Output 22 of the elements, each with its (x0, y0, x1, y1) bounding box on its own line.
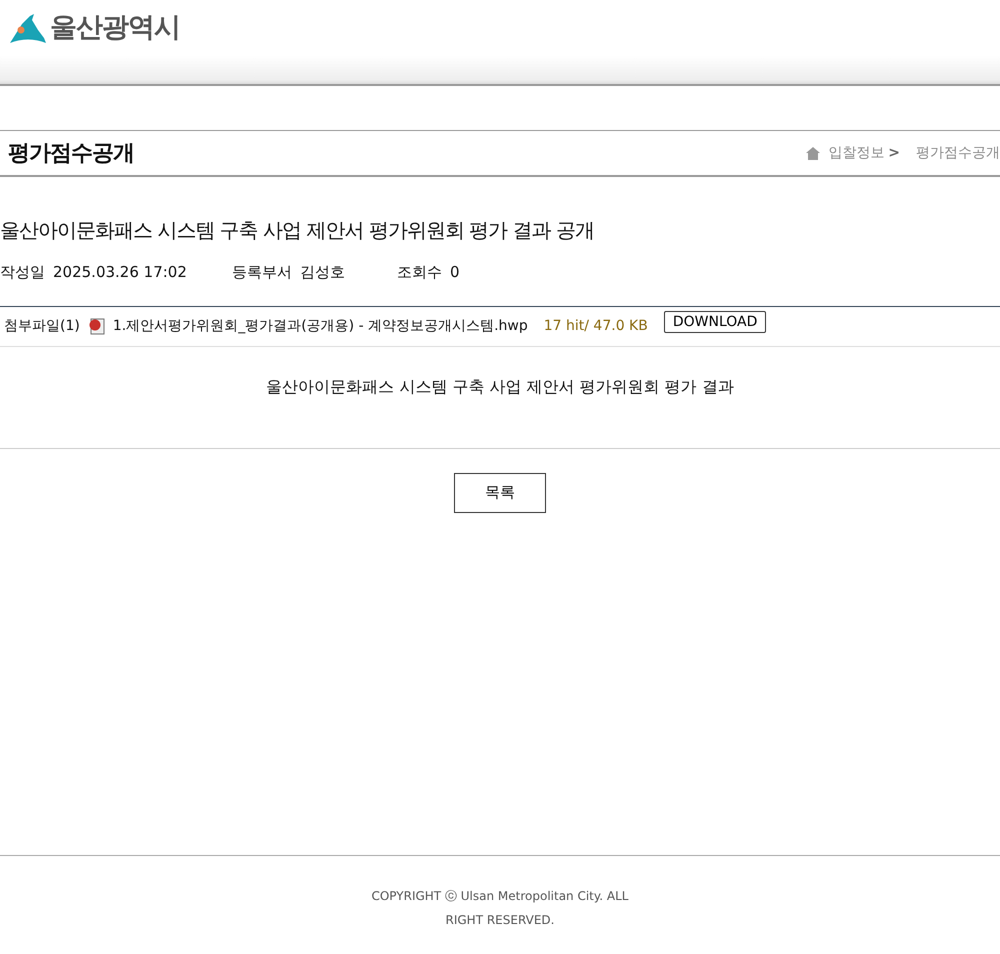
logo-text[interactable]: 울산광역시 (50, 8, 180, 48)
list-button[interactable]: 목록 (454, 472, 546, 512)
breadcrumb-separator: > (888, 144, 900, 162)
meta-label: 등록부서 (232, 262, 292, 283)
file-icon (88, 318, 105, 334)
logo-icon (8, 12, 46, 44)
breadcrumb-link[interactable]: 입찰정보 (828, 142, 884, 164)
attachment-label: 첨부파일(1) (4, 316, 80, 336)
meta-label: 조회수 (397, 262, 442, 283)
copyright-text: COPYRIGHT ⓒ Ulsan Metropolitan City. ALL RIGHT RESERVED. (370, 888, 630, 928)
meta-value: 0 (450, 262, 460, 283)
file-info: 17 hit/ 47.0 KB (544, 316, 648, 336)
page-title: 평가점수공개 (8, 140, 134, 168)
meta-value: 김성호 (300, 262, 345, 283)
attachment-link[interactable]: 1.제안서평가위원회_평가결과(공개용) - 계약정보공개시스템.hwp (112, 316, 528, 336)
meta-label: 작성일 (0, 262, 45, 283)
home-icon (806, 146, 820, 160)
post-body: 울산아이문화패스 시스템 구축 사업 제안서 평가위원회 평가 결과 (0, 346, 1000, 448)
download-button[interactable]: DOWNLOAD (664, 311, 766, 333)
post-title: 울산아이문화패스 시스템 구축 사업 제안서 평가위원회 평가 결과 공개 (0, 217, 595, 244)
meta-value: 2025.03.26 17:02 (53, 262, 187, 283)
breadcrumb-link[interactable]: 평가점수공개 (916, 142, 1000, 164)
